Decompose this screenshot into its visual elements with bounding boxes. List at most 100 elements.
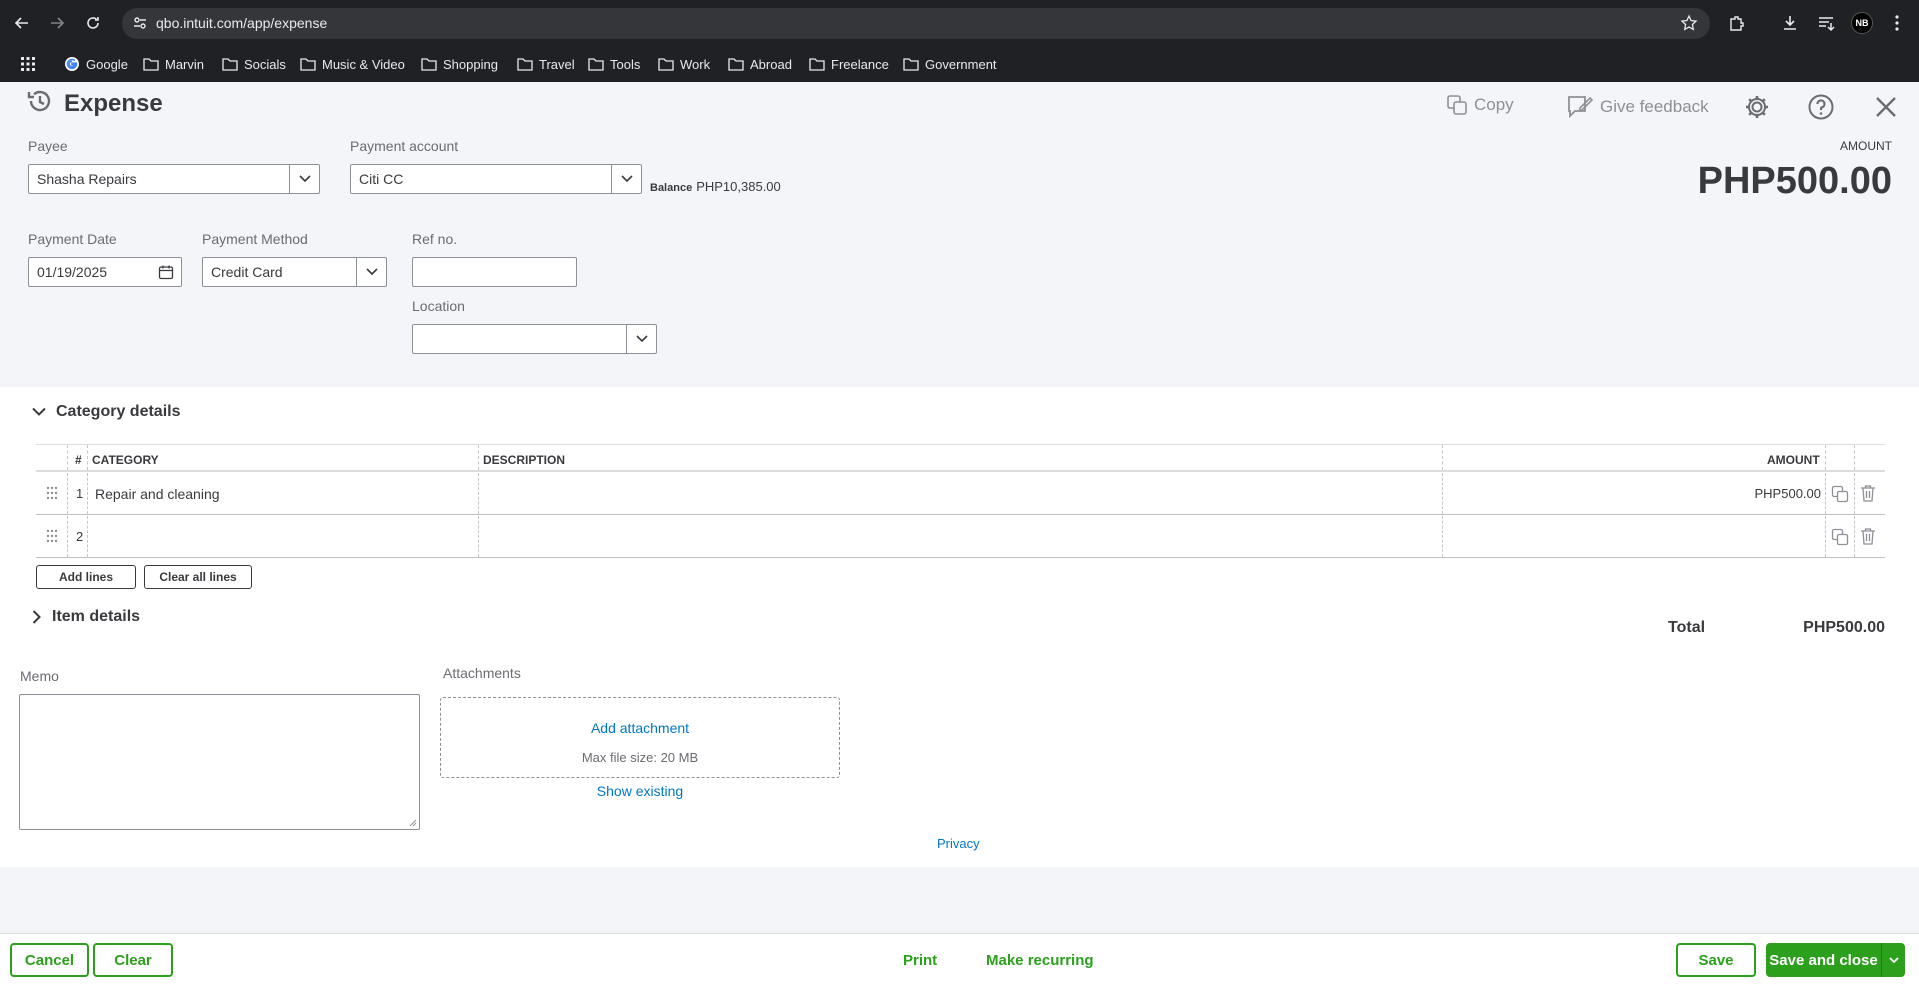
show-existing-link[interactable]: Show existing [597,783,683,799]
item-details-toggle[interactable]: Item details [32,608,140,626]
footer-bar: Cancel Clear Print Make recurring Save S… [0,933,1919,994]
url-text[interactable]: qbo.intuit.com/app/expense [156,15,327,31]
bookmark-government[interactable]: Government [899,52,1001,76]
reading-list-icon[interactable] [1815,12,1837,34]
payment-date-value: 01/19/2025 [37,264,108,280]
ref-no-input[interactable] [412,257,577,287]
cancel-button[interactable]: Cancel [10,943,89,977]
bookmark-socials[interactable]: Socials [218,52,290,76]
apps-icon[interactable] [16,52,40,76]
reload-icon[interactable] [81,11,105,35]
add-attachment-link[interactable]: Add attachment [591,720,689,736]
row-category[interactable]: Repair and cleaning [95,486,220,502]
add-lines-button[interactable]: Add lines [36,565,136,589]
chevron-down-icon [32,407,46,416]
bookmark-work[interactable]: Work [654,52,714,76]
folder-icon [222,58,238,71]
give-feedback-button[interactable]: Give feedback [1566,94,1709,120]
payment-date-field[interactable]: 01/19/2025 [28,257,182,287]
item-details-title: Item details [52,608,141,625]
bookmark-music-video[interactable]: Music & Video [296,52,409,76]
copy-button[interactable]: Copy [1446,94,1514,116]
download-icon[interactable] [1779,12,1801,34]
bookmark-label: Abroad [750,56,792,72]
bookmark-label: Marvin [165,56,205,72]
profile-avatar[interactable]: NB [1851,12,1873,34]
payment-account-select[interactable]: Citi CC [350,164,642,194]
extensions-icon[interactable] [1726,12,1748,34]
print-link[interactable]: Print [903,952,937,969]
google-icon [65,57,79,71]
bookmark-google[interactable]: Google [60,52,132,76]
save-options-chevron-icon[interactable] [1881,943,1905,977]
bookmark-freelance[interactable]: Freelance [805,52,893,76]
address-bar[interactable]: qbo.intuit.com/app/expense [122,8,1710,39]
column-header-amount: AMOUNT [1767,453,1820,467]
page-title: Expense [64,89,163,117]
payment-method-select[interactable]: Credit Card [202,257,387,287]
chevron-down-icon[interactable] [289,165,319,193]
amount-value: PHP500.00 [1697,160,1892,202]
column-header-number: # [75,453,82,467]
back-icon[interactable] [10,11,34,35]
balance: Balance PHP10,385.00 [650,179,781,194]
location-select[interactable] [412,324,657,354]
clear-all-lines-button[interactable]: Clear all lines [144,565,252,589]
balance-value: PHP10,385.00 [696,179,781,194]
category-details-toggle[interactable]: Category details [32,403,180,421]
trash-icon[interactable] [1860,484,1876,505]
forward-icon[interactable] [45,11,69,35]
row-number: 2 [76,529,84,544]
chevron-right-icon [32,610,41,624]
table-row[interactable]: 1 Repair and cleaning PHP500.00 [36,473,1885,515]
attachment-dropzone[interactable]: Add attachment Max file size: 20 MB [440,697,840,778]
make-recurring-link[interactable]: Make recurring [986,952,1094,969]
row-amount[interactable]: PHP500.00 [1755,486,1822,501]
bookmark-star-icon[interactable] [1680,14,1698,37]
drag-handle-icon[interactable] [46,529,58,546]
trash-icon[interactable] [1860,527,1876,548]
column-header-description: DESCRIPTION [483,453,566,467]
settings-gear-icon[interactable] [1743,93,1771,121]
folder-icon [903,58,919,71]
privacy-link[interactable]: Privacy [937,836,980,851]
bookmark-label: Work [680,56,711,72]
folder-icon [809,58,825,71]
max-file-size: Max file size: 20 MB [581,750,699,765]
bookmark-shopping[interactable]: Shopping [417,52,502,76]
folder-icon [517,58,533,71]
memo-textarea[interactable] [19,694,420,830]
recent-transactions-icon[interactable] [26,87,54,120]
folder-icon [728,58,744,71]
payee-select[interactable]: Shasha Repairs [28,164,320,194]
bookmark-label: Tools [610,56,641,72]
chevron-down-icon[interactable] [611,165,641,193]
bookmark-abroad[interactable]: Abroad [724,52,796,76]
bookmark-travel[interactable]: Travel [513,52,579,76]
chevron-down-icon[interactable] [626,325,656,353]
folder-icon [588,58,604,71]
resize-handle-icon [409,819,417,827]
drag-handle-icon[interactable] [46,486,58,503]
calendar-icon[interactable] [158,264,174,283]
bookmark-tools[interactable]: Tools [584,52,644,76]
expense-header: Expense Copy Give feedback Payee Shasha … [0,82,1919,387]
bookmark-marvin[interactable]: Marvin [139,52,208,76]
bookmark-label: Government [925,56,997,72]
chevron-down-icon[interactable] [356,258,386,286]
table-row[interactable]: 2 [36,516,1885,558]
category-details-title: Category details [56,403,181,420]
close-icon[interactable] [1874,95,1898,119]
copy-line-icon[interactable] [1831,528,1849,549]
folder-icon [658,58,674,71]
help-icon[interactable] [1807,93,1835,121]
clear-button[interactable]: Clear [93,943,173,977]
save-and-close-button[interactable]: Save and close [1766,943,1881,977]
save-button[interactable]: Save [1676,943,1756,977]
site-info-icon[interactable] [132,15,148,36]
amount-label: AMOUNT [1840,139,1892,153]
folder-icon [421,58,437,71]
bookmark-label: Freelance [831,56,889,72]
copy-line-icon[interactable] [1831,485,1849,506]
browser-menu-icon[interactable] [1886,12,1908,34]
